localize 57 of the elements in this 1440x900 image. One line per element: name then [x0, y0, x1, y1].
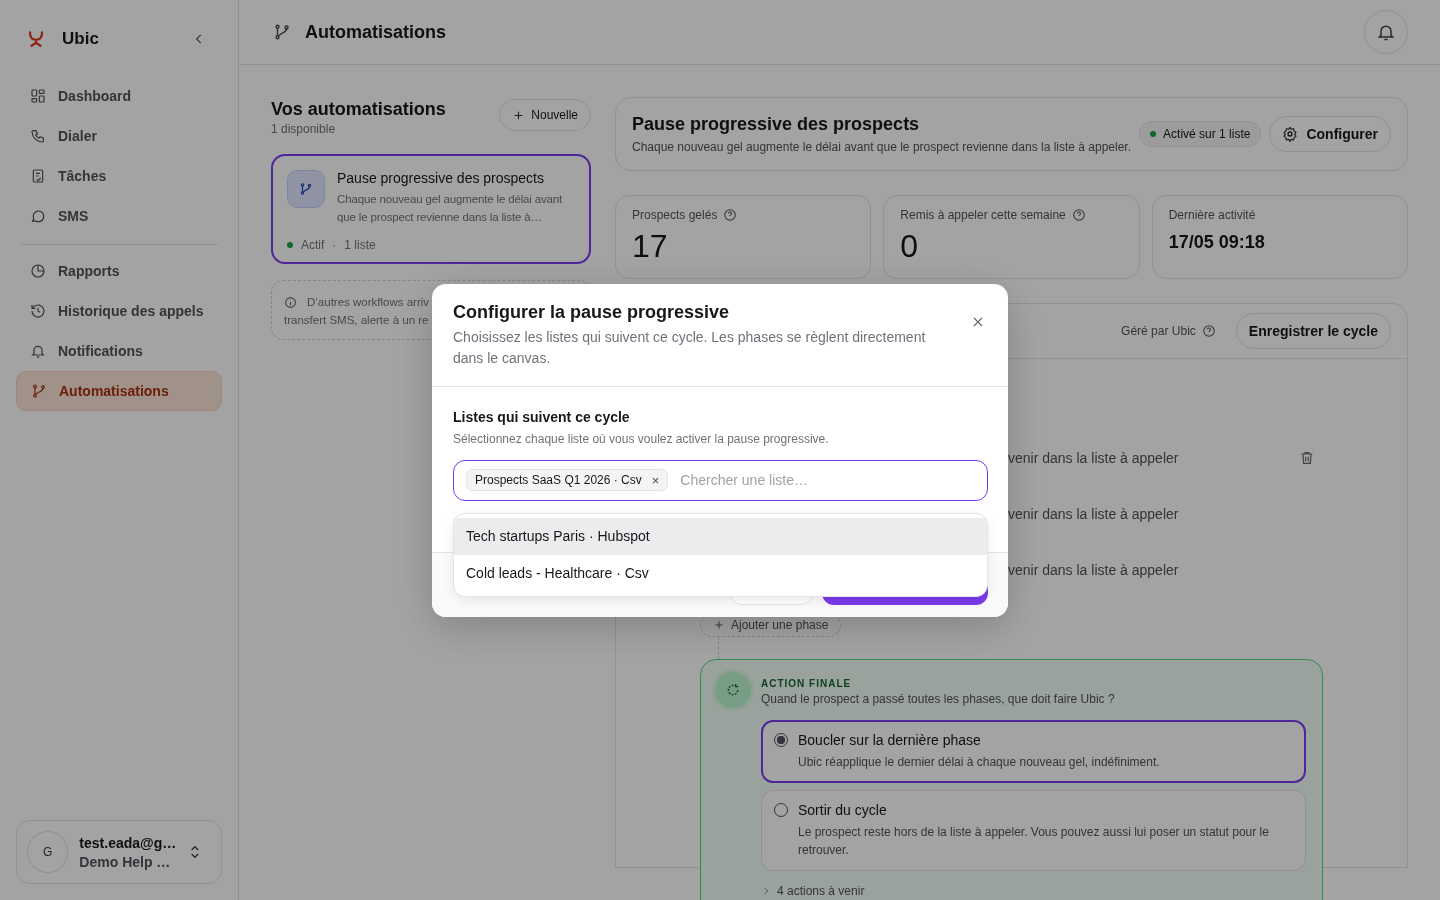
more-actions-link[interactable]: 4 actions à venir	[777, 884, 865, 898]
nav-item[interactable]: Rapports	[16, 251, 222, 291]
field-label: Listes qui suivent ce cycle	[453, 408, 631, 425]
chip-label: Prospects SaaS Q1 2026 · Csv	[475, 473, 642, 487]
nav-item[interactable]: SMS	[16, 196, 222, 236]
configure-button[interactable]: Configurer	[1269, 116, 1391, 152]
user-email: test.eada@g…	[79, 834, 177, 851]
stat-label: Remis à appeler cette semaine	[900, 208, 1066, 222]
final-action-label: ACTION FINALE	[761, 678, 853, 689]
dialog-title: Configurer la pause progressive	[453, 301, 731, 323]
nav-item[interactable]: Dashboard	[16, 76, 222, 116]
page-title: Automatisations	[305, 21, 446, 43]
stat-value: 17	[632, 227, 669, 266]
separator: ·	[332, 238, 337, 252]
remove-chip-button[interactable]: ×	[651, 473, 660, 487]
nav-item[interactable]: Dialer	[16, 116, 222, 156]
nav-item[interactable]: Automatisations	[16, 371, 222, 411]
avatar: G	[27, 831, 69, 873]
phase-text: venir dans la liste à appeler	[1008, 506, 1180, 522]
workspace-name: Demo Help …	[79, 853, 172, 870]
phase-text: venir dans la liste à appeler	[1008, 450, 1180, 466]
dropdown-option[interactable]: Tech startups Paris · Hubspot	[454, 517, 987, 555]
option-description: Le prospect reste hors de la liste à appeler. Vous pouvez aussi lui poser un statut pour le retrouver.	[798, 824, 1270, 859]
status-badge: Activé sur 1 liste	[1139, 121, 1262, 147]
nav-item[interactable]: Historique des appels	[16, 291, 222, 331]
option-title: Sortir du cycle	[798, 802, 888, 818]
stat-value: 17/05 09:18	[1168, 232, 1266, 253]
search-field[interactable]: Chercher une liste…	[678, 471, 975, 489]
managed-label: Géré par Ubic	[1121, 324, 1196, 338]
field-hint: Sélectionnez chaque liste où vous voulez activer la pause progressive.	[453, 431, 830, 446]
phase-text: venir dans la liste à appeler	[1008, 562, 1180, 578]
save-button[interactable]: Enregistrer le cycle	[1235, 313, 1391, 349]
stat-value: 0	[900, 227, 920, 266]
automation-title: Pause progressive des prospects	[632, 114, 921, 135]
option-title: Boucler sur la dernière phase	[798, 732, 982, 748]
list-count: 1 liste	[344, 238, 376, 252]
account-switcher[interactable]: G test.eada@g… Demo Help …	[16, 820, 222, 884]
automation-title: Pause progressive des prospects	[337, 170, 545, 186]
option-card[interactable]: Boucler sur la dernière phase Ubic réapplique le dernier délai à chaque nouveau gel, indéfiniment.	[761, 720, 1306, 783]
automation-description: Chaque nouveau gel augmente le délai avant que le prospect revienne dans la liste à…	[337, 192, 564, 225]
option-card[interactable]: Sortir du cycle Le prospect reste hors de la liste à appeler. Vous pouvez aussi lui poser un statut pour le retrouver.	[761, 790, 1306, 871]
info-text: D’autres workflows arriv	[307, 295, 430, 310]
automation-description: Chaque nouveau gel augmente le délai avant que le prospect revienne dans la liste à appeler.	[632, 140, 1132, 154]
section-title: Vos automatisations	[271, 99, 446, 120]
stat-label: Prospects gelés	[632, 208, 718, 222]
new-button[interactable]: Nouvelle	[499, 99, 591, 131]
dialog-description: Choisissez les listes qui suivent ce cycle. Les phases se règlent directement dans le canvas.	[453, 327, 927, 368]
stat-label: Dernière activité	[1168, 208, 1256, 222]
nav-item[interactable]: Notifications	[16, 331, 222, 371]
brand-name: Ubic	[62, 29, 99, 49]
info-text: transfert SMS, alerte à un re	[284, 313, 429, 328]
nav-item[interactable]: Tâches	[16, 156, 222, 196]
option-description: Ubic réapplique le dernier délai à chaque nouveau gel, indéfiniment.	[798, 754, 1160, 771]
final-action-question: Quand le prospect a passé toutes les phases, que doit faire Ubic ?	[761, 692, 1116, 706]
automation-count: 1 disponible	[271, 122, 337, 136]
automation-card[interactable]: Pause progressive des prospects Chaque nouveau gel augmente le délai avant que le prospect revienne dans la liste à… Actif · 1 liste	[271, 154, 591, 264]
status-label: Actif	[301, 238, 325, 252]
